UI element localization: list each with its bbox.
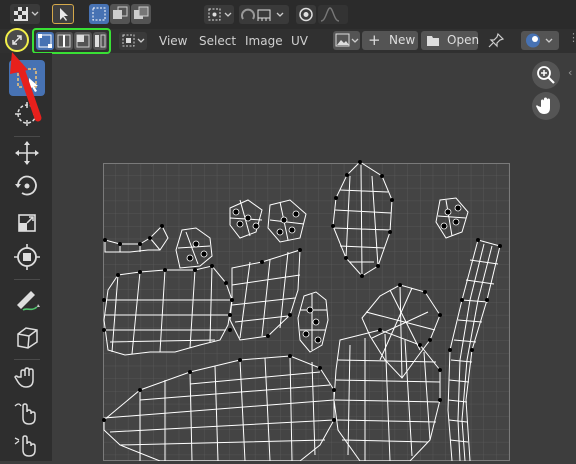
hand-icon (536, 97, 550, 114)
uv-islands (102, 160, 502, 461)
annotation-arrow (10, 52, 42, 122)
sidebar-toggle-icon[interactable]: ‹ (568, 66, 572, 79)
pan-gizmo[interactable] (532, 92, 560, 120)
zoom-gizmo[interactable] (532, 61, 560, 89)
zoom-icon (537, 66, 555, 84)
